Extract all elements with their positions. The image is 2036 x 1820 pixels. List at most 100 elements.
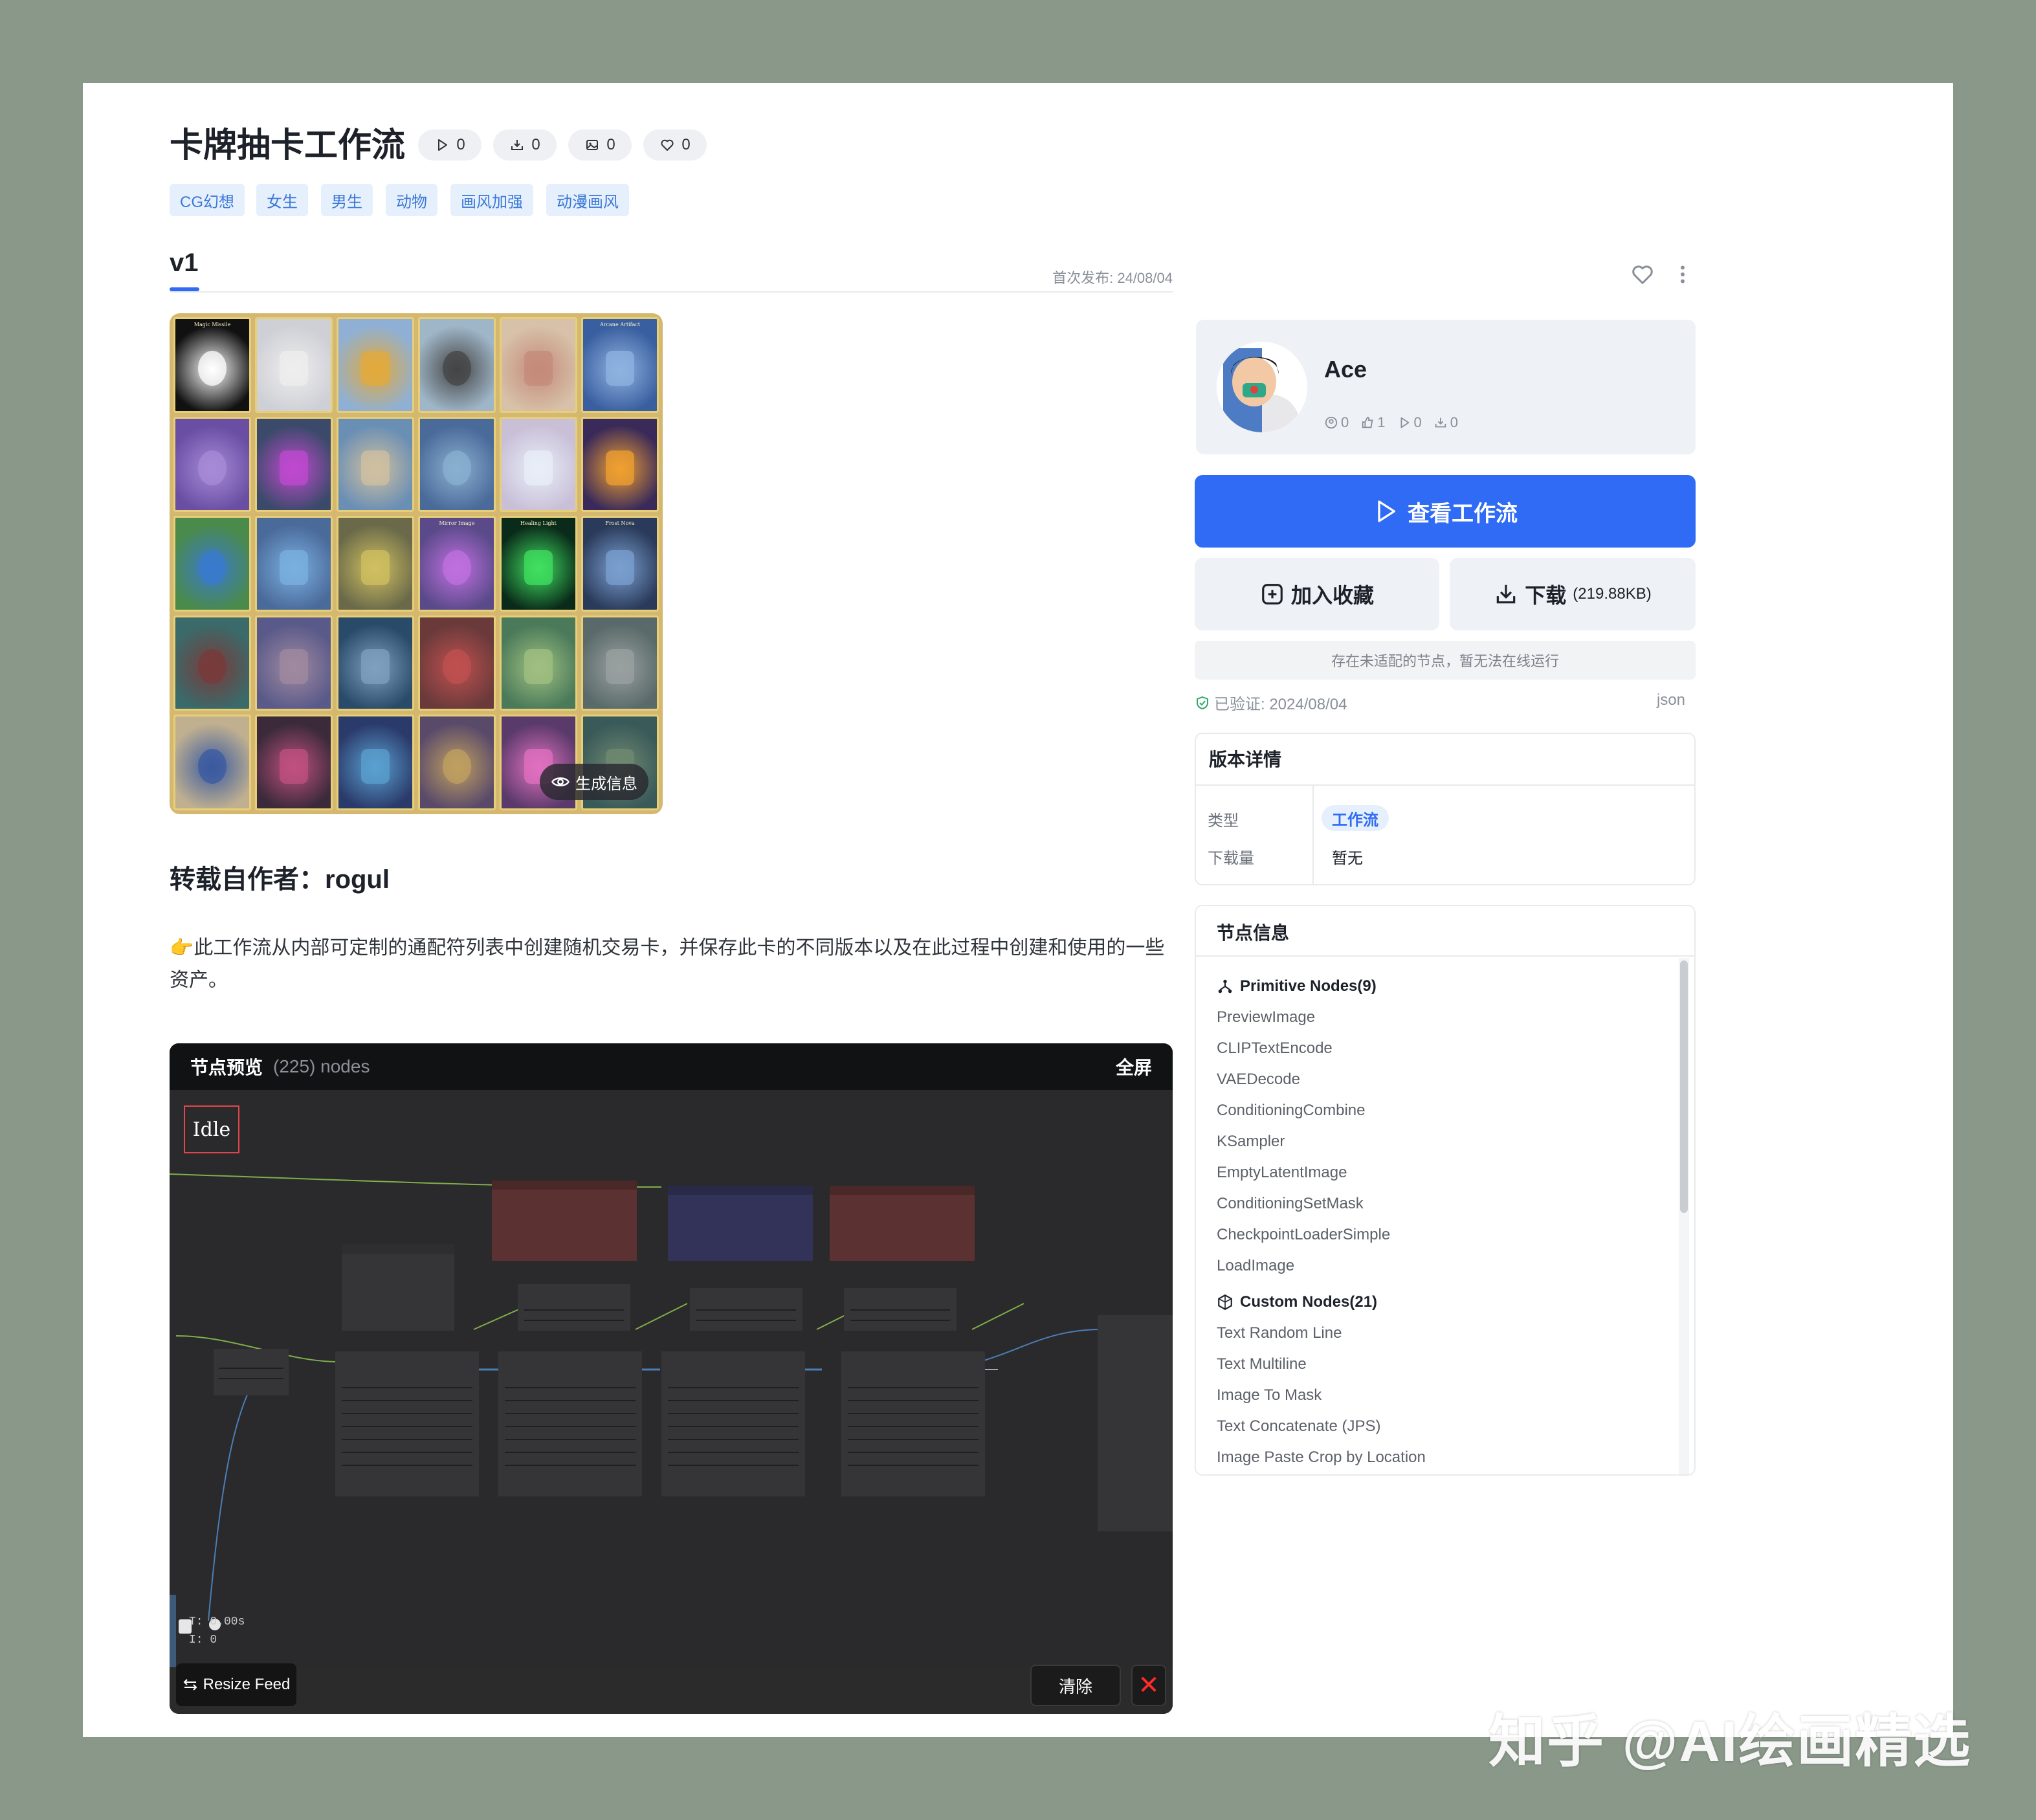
- card-thumbnail: [500, 615, 577, 711]
- shield-check-icon: [1197, 696, 1208, 709]
- heart-icon: [661, 139, 674, 151]
- add-favorite-button[interactable]: 加入收藏: [1195, 558, 1439, 630]
- card-gallery-image[interactable]: Magic Missile Arcane Artifact Mirror Image…: [170, 313, 663, 814]
- version-details-title: 版本详情: [1209, 749, 1282, 770]
- format-label: json: [1657, 691, 1686, 709]
- tag-animal[interactable]: 动物: [386, 184, 437, 216]
- card-title: Frost Nova: [605, 520, 635, 527]
- image-icon: [586, 140, 599, 150]
- more-icon[interactable]: [1671, 261, 1694, 287]
- download-icon: [1497, 584, 1516, 604]
- avatar[interactable]: [1217, 342, 1307, 432]
- author-name[interactable]: Ace: [1324, 356, 1367, 383]
- tag-cg[interactable]: CG幻想: [170, 184, 245, 216]
- card-thumbnail: [337, 416, 414, 513]
- unsupported-notice: 存在未适配的节点，暂无法在线运行: [1195, 641, 1696, 680]
- user-icon: [1325, 416, 1338, 429]
- card-art: [361, 549, 390, 585]
- download-button[interactable]: 下载 (219.88KB): [1450, 558, 1696, 630]
- card-art: [361, 649, 390, 685]
- card-title: Arcane Artifact: [599, 322, 641, 327]
- node-list[interactable]: Primitive Nodes(9) PreviewImage CLIPText…: [1217, 971, 1670, 1473]
- nodes-icon: [1218, 979, 1232, 993]
- like-count[interactable]: 0: [643, 129, 707, 161]
- node-graph-canvas[interactable]: [170, 1090, 1173, 1667]
- card-art: [524, 351, 553, 386]
- generate-info-button[interactable]: 生成信息: [540, 764, 648, 800]
- card-art: [524, 649, 553, 685]
- heart-icon[interactable]: [1630, 261, 1655, 287]
- card-art: [606, 549, 634, 585]
- download-icon: [1435, 417, 1446, 428]
- resize-feed-button[interactable]: Resize Feed: [176, 1663, 296, 1706]
- card-thumbnail: [418, 416, 496, 513]
- node-preview-footer: [170, 1667, 1173, 1714]
- card-art: [524, 549, 553, 585]
- card-art: [443, 748, 471, 784]
- list-item: ConditioningSetMask: [1217, 1195, 1364, 1212]
- list-item: Image Paste Crop by Location: [1217, 1448, 1426, 1466]
- card-thumbnail: [173, 516, 251, 612]
- node-count: (225) nodes: [273, 1056, 370, 1076]
- card-art: [198, 649, 227, 685]
- list-item: Text Concatenate (JPS): [1217, 1417, 1381, 1435]
- card-thumbnail: Frost Nova: [581, 516, 659, 612]
- card-thumbnail: [173, 615, 251, 711]
- card-thumbnail: [173, 416, 251, 513]
- card-thumbnail: [173, 715, 251, 810]
- card-art: [443, 649, 471, 685]
- card-title: Magic Missile: [194, 322, 231, 327]
- tag-anime-style[interactable]: 动漫画风: [546, 184, 629, 216]
- list-item: CLIPTextEncode: [1217, 1039, 1333, 1057]
- card-art: [361, 748, 390, 784]
- download-icon: [511, 140, 524, 150]
- view-workflow-button[interactable]: 查看工作流: [1195, 475, 1696, 548]
- resize-icon: [183, 1679, 197, 1691]
- play-count: 0: [418, 129, 481, 161]
- primitive-nodes-group: Primitive Nodes(9): [1217, 971, 1670, 1002]
- card-art: [198, 748, 227, 784]
- version-tab[interactable]: v1: [170, 249, 199, 278]
- card-art: [524, 450, 553, 486]
- divider: [170, 291, 1173, 293]
- card-art: [606, 351, 634, 386]
- card-thumbnail: [255, 615, 333, 711]
- list-item: Text Multiline: [1217, 1355, 1307, 1373]
- runs-stat: 0: [1397, 414, 1422, 431]
- list-item: ConditioningCombine: [1217, 1102, 1366, 1119]
- card-art: [361, 351, 390, 386]
- type-value-badge: 工作流: [1322, 805, 1389, 831]
- tag-female[interactable]: 女生: [256, 184, 308, 216]
- card-thumbnail: Arcane Artifact: [581, 317, 659, 413]
- card-thumbnail: [337, 615, 414, 711]
- play-icon: [1400, 417, 1409, 428]
- list-item: PreviewImage: [1217, 1008, 1316, 1026]
- status-indicator: Idle: [184, 1105, 239, 1153]
- card-art: [443, 450, 471, 486]
- card-thumbnail: [581, 416, 659, 513]
- card-title: Mirror Image: [439, 520, 475, 527]
- list-item: VAEDecode: [1217, 1071, 1300, 1088]
- cube-icon: [1218, 1294, 1232, 1311]
- image-count: 0: [568, 129, 632, 161]
- card-thumbnail: Magic Missile: [173, 317, 251, 413]
- clear-button[interactable]: 清除: [1030, 1665, 1121, 1706]
- card-thumbnail: [500, 416, 577, 513]
- card-thumbnail: [255, 317, 333, 413]
- scrollbar-thumb[interactable]: [1680, 960, 1688, 1213]
- description-text: 👉此工作流从内部可定制的通配符列表中创建随机交易卡，并保存此卡的不同版本以及在此…: [170, 937, 1165, 991]
- thumb-icon: [1362, 416, 1373, 428]
- eye-icon: [551, 777, 570, 786]
- card-art: [280, 748, 308, 784]
- close-icon[interactable]: ✕: [1131, 1665, 1166, 1706]
- play-icon: [438, 139, 448, 151]
- card-art: [280, 450, 308, 486]
- card-art: [606, 450, 634, 486]
- first-publish-date: 首次发布: 24/08/04: [1052, 270, 1173, 286]
- node-graph[interactable]: [170, 1090, 1173, 1667]
- custom-nodes-group: Custom Nodes(21): [1217, 1287, 1670, 1318]
- tag-male[interactable]: 男生: [321, 184, 373, 216]
- fullscreen-button[interactable]: 全屏: [1116, 1054, 1152, 1080]
- list-item: Image To Mask: [1217, 1386, 1322, 1404]
- tag-style-boost[interactable]: 画风加强: [450, 184, 533, 216]
